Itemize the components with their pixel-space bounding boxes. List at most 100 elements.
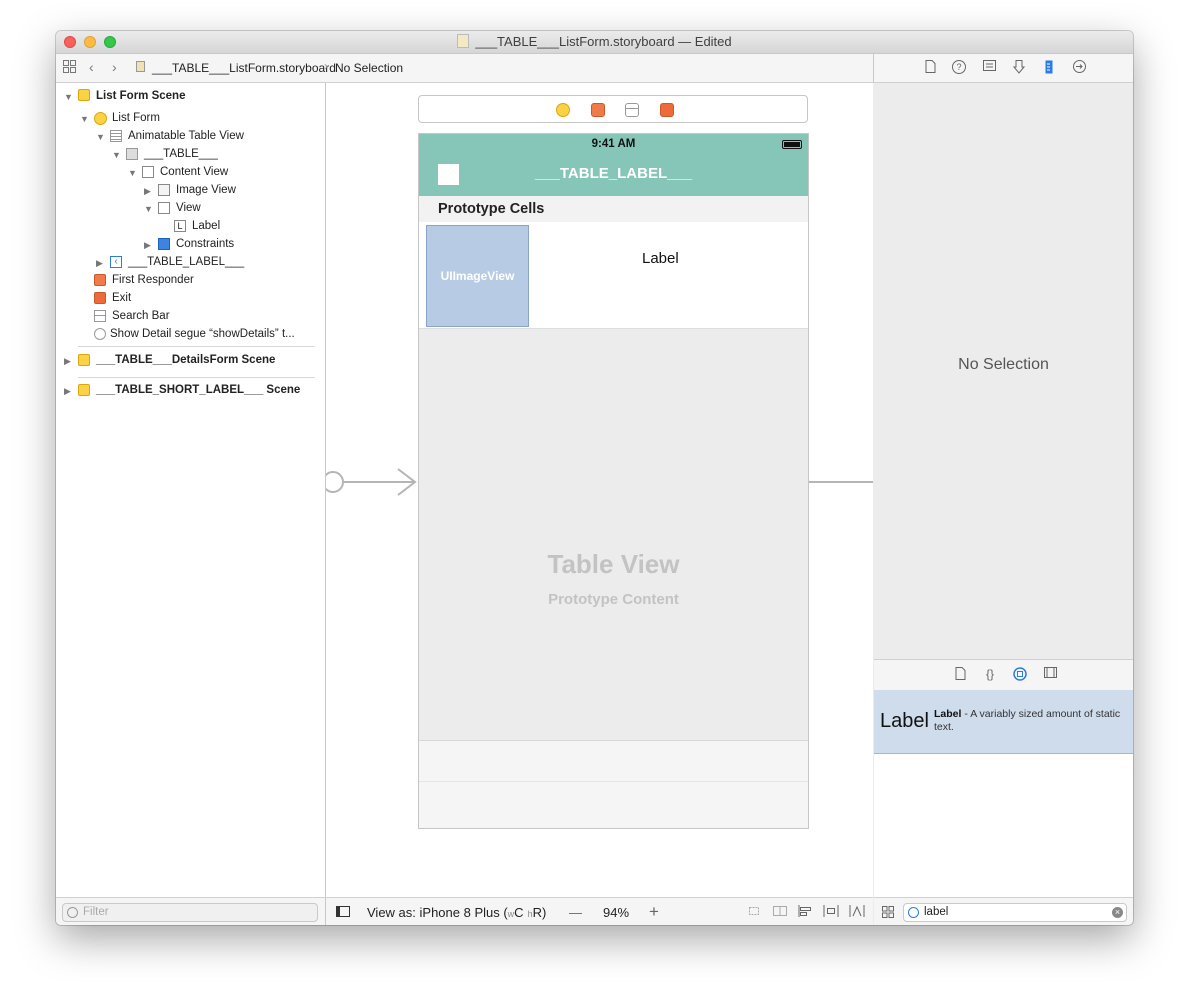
disclosure-closed-icon[interactable]: ▶: [144, 186, 151, 197]
disclosure-closed-icon[interactable]: ▶: [96, 258, 103, 269]
divider: [419, 781, 808, 782]
iphone-scene[interactable]: 9:41 AM ___TABLE_LABEL___ Prototype Cell…: [418, 133, 809, 829]
inspector-empty-label: No Selection: [958, 356, 1049, 373]
help-inspector-icon[interactable]: ?: [952, 60, 966, 74]
divider: [78, 377, 315, 378]
outline-filter-bar: Filter: [56, 897, 326, 925]
tree-segue[interactable]: Show Detail segue “showDetails” t...: [110, 326, 295, 342]
toggle-outline-icon[interactable]: [336, 906, 350, 920]
nav-title[interactable]: ___TABLE_LABEL___: [419, 165, 808, 182]
align-icon[interactable]: [797, 904, 813, 921]
grid-view-icon[interactable]: [882, 906, 894, 921]
document-outline: ▼ List Form Scene ▼ List Form ▼ Animatab…: [56, 83, 326, 925]
exit-icon: [94, 292, 106, 304]
canvas-bottom-bar: View as: iPhone 8 Plus (wC hR) — 94% +: [326, 897, 873, 925]
filter-icon: [67, 907, 78, 918]
object-library-icon[interactable]: [1013, 667, 1027, 681]
prototype-cell[interactable]: UIImageView Label: [419, 222, 808, 329]
cell-label[interactable]: Label: [642, 250, 679, 267]
tree-animatable-table-view[interactable]: Animatable Table View: [128, 128, 244, 144]
navigation-bar[interactable]: 9:41 AM ___TABLE_LABEL___: [419, 134, 808, 196]
scene-dock: [418, 95, 808, 123]
zoom-out-button[interactable]: —: [569, 905, 582, 920]
file-template-library-icon[interactable]: [953, 667, 967, 681]
table-cell-icon: [126, 148, 138, 160]
xcode-window: ___TABLE___ListForm.storyboard — Edited …: [56, 31, 1133, 925]
disclosure-open-icon[interactable]: ▼: [128, 168, 137, 178]
view-controller-icon[interactable]: [556, 103, 570, 117]
inspector-pane: No Selection: [874, 83, 1133, 658]
exit-icon[interactable]: [660, 103, 674, 117]
first-responder-icon[interactable]: [591, 103, 605, 117]
tree-table-label[interactable]: ___TABLE_LABEL___: [128, 254, 244, 270]
navigation-item-icon: ‹: [110, 256, 122, 268]
tree-list-form[interactable]: List Form: [112, 110, 160, 126]
disclosure-closed-icon[interactable]: ▶: [64, 386, 71, 397]
breadcrumb-file[interactable]: ___TABLE___ListForm.storyboard: [152, 61, 336, 75]
library-item-desc-text: - A variably sized amount of static text…: [934, 708, 1121, 733]
content-view-icon: [142, 166, 154, 178]
toolbar-area[interactable]: [419, 740, 808, 828]
disclosure-closed-icon[interactable]: ▶: [64, 356, 71, 367]
tree-first-responder[interactable]: First Responder: [112, 272, 194, 288]
inspector-selector-bar: ?: [873, 54, 1133, 83]
clear-search-icon[interactable]: ×: [1112, 907, 1123, 918]
tree-scene-short-label[interactable]: ___TABLE_SHORT_LABEL___ Scene: [96, 382, 300, 398]
zoom-level[interactable]: 94%: [603, 905, 629, 920]
identity-inspector-icon[interactable]: [982, 60, 996, 74]
segue-icon: [94, 328, 106, 340]
first-responder-icon: [94, 274, 106, 286]
tree-table-cell[interactable]: ___TABLE___: [144, 146, 218, 162]
media-library-icon[interactable]: [1043, 667, 1057, 681]
document-icon: [457, 34, 470, 48]
device-config[interactable]: View as: iPhone 8 Plus (wC hR): [367, 905, 546, 920]
connections-inspector-icon[interactable]: [1072, 60, 1086, 74]
storyboard-canvas[interactable]: 9:41 AM ___TABLE_LABEL___ Prototype Cell…: [326, 83, 873, 897]
disclosure-open-icon[interactable]: ▼: [64, 92, 73, 102]
label-icon: L: [174, 220, 186, 232]
jump-bar: ‹ › ___TABLE___ListForm.storyboard › No …: [56, 54, 873, 83]
disclosure-open-icon[interactable]: ▼: [144, 204, 153, 214]
scene-icon: [78, 354, 90, 366]
tree-content-view[interactable]: Content View: [160, 164, 228, 180]
forward-icon[interactable]: ›: [112, 59, 117, 75]
code-snippet-library-icon[interactable]: {}: [983, 667, 997, 681]
breadcrumb-selection[interactable]: No Selection: [335, 61, 403, 75]
file-inspector-icon[interactable]: [923, 60, 937, 74]
disclosure-open-icon[interactable]: ▼: [80, 114, 89, 124]
update-frames-icon[interactable]: [746, 904, 762, 921]
resolve-autolayout-icon[interactable]: [849, 904, 865, 921]
tree-exit[interactable]: Exit: [112, 290, 131, 306]
tree-view[interactable]: View: [176, 200, 201, 216]
outline-filter-field[interactable]: Filter: [62, 903, 318, 922]
disclosure-open-icon[interactable]: ▼: [96, 132, 105, 142]
view-icon: [158, 202, 170, 214]
attributes-inspector-icon[interactable]: [1012, 60, 1026, 74]
tree-search-bar[interactable]: Search Bar: [112, 308, 170, 324]
add-constraints-icon[interactable]: [823, 904, 839, 921]
tree-scene-list-form[interactable]: List Form Scene: [96, 88, 185, 104]
disclosure-closed-icon[interactable]: ▶: [144, 240, 151, 251]
tree-scene-details-form[interactable]: ___TABLE___DetailsForm Scene: [96, 352, 275, 368]
tree-image-view[interactable]: Image View: [176, 182, 236, 198]
status-time: 9:41 AM: [591, 138, 636, 150]
segue-connection-line[interactable]: [809, 481, 873, 483]
library-search-field[interactable]: label ×: [903, 903, 1127, 922]
table-view-title: Table View: [547, 549, 680, 579]
disclosure-open-icon[interactable]: ▼: [112, 150, 121, 160]
related-items-icon[interactable]: [63, 60, 76, 76]
section-header: Prototype Cells: [419, 196, 808, 222]
search-bar-icon[interactable]: [625, 103, 639, 117]
window-title: ___TABLE___ListForm.storyboard — Edited: [56, 34, 1133, 49]
embed-in-stack-icon[interactable]: [772, 904, 788, 921]
tree-label[interactable]: Label: [192, 218, 220, 234]
tree-constraints[interactable]: Constraints: [176, 236, 234, 252]
zoom-in-button[interactable]: +: [649, 902, 659, 922]
size-inspector-icon[interactable]: [1042, 60, 1056, 74]
entry-point-arrow-icon[interactable]: [326, 467, 418, 497]
cell-image-view[interactable]: UIImageView: [426, 225, 529, 327]
scene-icon: [78, 89, 90, 101]
table-view-subtitle: Prototype Content: [548, 591, 679, 608]
back-icon[interactable]: ‹: [89, 59, 94, 75]
library-item-label[interactable]: Label Label - A variably sized amount of…: [874, 690, 1133, 754]
